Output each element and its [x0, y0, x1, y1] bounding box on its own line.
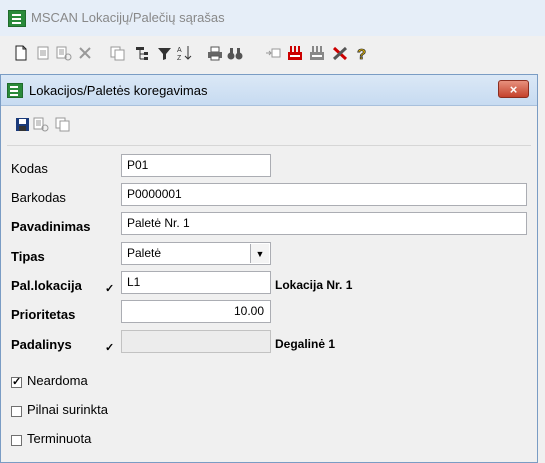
- padalinys-label: Padalinys: [11, 337, 72, 352]
- sort-icon[interactable]: AZ: [176, 44, 194, 62]
- pilnai-surinkta-checkbox[interactable]: [11, 406, 22, 417]
- svg-text:Z: Z: [177, 55, 182, 61]
- padalinys-description: Degalinė 1: [275, 337, 336, 351]
- app-icon: [8, 10, 26, 27]
- app-title-bar: MSCAN Lokacijų/Palečių sąrašas: [0, 0, 545, 37]
- delete-icon[interactable]: [76, 44, 94, 62]
- properties-icon[interactable]: [55, 44, 73, 62]
- dialog-app-icon: [7, 83, 23, 98]
- barkodas-label: Barkodas: [11, 190, 66, 205]
- pal-lokacija-description: Lokacija Nr. 1: [275, 278, 353, 292]
- import-icon[interactable]: [308, 44, 326, 62]
- paste-icon[interactable]: [108, 44, 126, 62]
- barkodas-input[interactable]: P0000001: [121, 183, 527, 206]
- pal-lokacija-label: Pal.lokacija: [11, 278, 82, 293]
- padalinys-input[interactable]: [121, 330, 271, 353]
- lookup-check-icon[interactable]: ✓: [105, 341, 114, 354]
- pavadinimas-input[interactable]: Paletė Nr. 1: [121, 212, 527, 235]
- toolbar-separator: [7, 145, 531, 146]
- dialog-title-bar: Lokacijos/Paletės koregavimas ×: [1, 75, 537, 106]
- tipas-value: Paletė: [127, 246, 162, 260]
- copy-icon[interactable]: [34, 44, 52, 62]
- tools-cross-icon[interactable]: [331, 44, 349, 62]
- find-icon[interactable]: [226, 44, 244, 62]
- tree-icon[interactable]: [132, 44, 150, 62]
- export-icon[interactable]: [264, 44, 282, 62]
- save-icon[interactable]: [13, 115, 31, 133]
- dialog-copy-icon[interactable]: [53, 115, 71, 133]
- prioritetas-input[interactable]: 10.00: [121, 300, 271, 323]
- close-button[interactable]: ×: [498, 80, 529, 98]
- terminuota-checkbox[interactable]: [11, 435, 22, 446]
- filter-icon[interactable]: [155, 44, 173, 62]
- app-toolbar: AZ ?: [0, 36, 545, 70]
- chevron-down-icon[interactable]: ▼: [250, 244, 269, 263]
- svg-text:?: ?: [357, 46, 366, 61]
- pavadinimas-label: Pavadinimas: [11, 219, 91, 234]
- neardoma-label: Neardoma: [27, 373, 88, 388]
- lookup-check-icon[interactable]: ✓: [105, 282, 114, 295]
- tipas-label: Tipas: [11, 249, 45, 264]
- kodas-label: Kodas: [11, 161, 48, 176]
- svg-text:A: A: [177, 47, 182, 54]
- print-icon[interactable]: [206, 44, 224, 62]
- kodas-input[interactable]: P01: [121, 154, 271, 177]
- app-title: MSCAN Lokacijų/Palečių sąrašas: [31, 10, 225, 25]
- dialog-title: Lokacijos/Paletės koregavimas: [29, 83, 208, 98]
- new-document-icon[interactable]: [12, 44, 30, 62]
- pilnai-surinkta-label: Pilnai surinkta: [27, 402, 108, 417]
- pal-lokacija-input[interactable]: L1: [121, 271, 271, 294]
- tipas-select[interactable]: Paletė ▼: [121, 242, 271, 265]
- help-icon[interactable]: ?: [353, 44, 371, 62]
- dialog-properties-icon[interactable]: [32, 115, 50, 133]
- terminuota-label: Terminuota: [27, 431, 92, 446]
- neardoma-checkbox[interactable]: ✓: [11, 377, 22, 388]
- prioritetas-label: Prioritetas: [11, 307, 76, 322]
- edit-dialog: Lokacijos/Paletės koregavimas × Kodas P0…: [0, 74, 538, 463]
- delivery-icon[interactable]: [286, 44, 304, 62]
